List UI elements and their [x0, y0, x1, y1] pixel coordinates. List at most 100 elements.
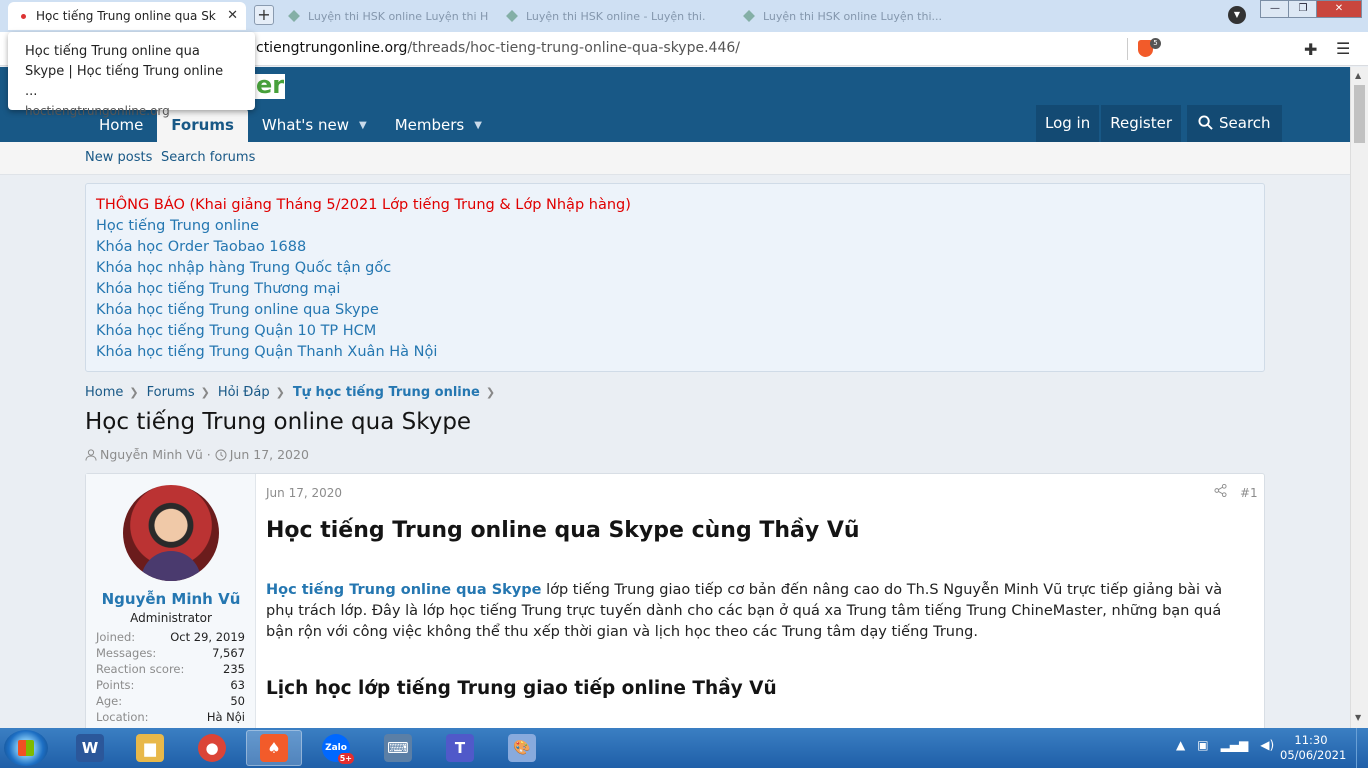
scroll-up-icon[interactable]: ▲ — [1355, 71, 1361, 80]
taskbar-paint[interactable]: 🎨 — [494, 730, 550, 766]
chevron-right-icon: ❯ — [275, 386, 285, 399]
taskbar-brave[interactable]: ♠ — [246, 730, 302, 766]
nav-label: Members — [394, 116, 465, 134]
minimize-button[interactable]: — — [1260, 0, 1290, 18]
nav-whats-new[interactable]: What's new ▼ — [248, 109, 381, 142]
new-posts-link[interactable]: New posts — [85, 150, 152, 165]
user-stats: Joined: Oct 29, 2019 Messages: 7,567 React… — [96, 629, 245, 725]
notice-box: THÔNG BÁO (Khai giảng Tháng 5/2021 Lớp t… — [85, 183, 1265, 372]
zalo-label: Zalo — [325, 743, 347, 753]
search-button[interactable]: Search — [1187, 105, 1282, 142]
search-forums-link[interactable]: Search forums — [161, 150, 255, 165]
url-field[interactable]: ctiengtrungonline.org/threads/hoc-tieng-… — [256, 40, 740, 56]
clock-time: 11:30 — [1294, 733, 1328, 747]
share-icon-svg — [1214, 484, 1227, 497]
system-clock[interactable]: 11:30 05/06/2021 — [1280, 733, 1347, 763]
close-window-button[interactable]: ✕ — [1316, 0, 1362, 18]
favicon-icon — [506, 10, 518, 22]
notice-link[interactable]: Khóa học tiếng Trung online qua Skype — [96, 300, 1254, 321]
breadcrumb-forums[interactable]: Forums — [147, 385, 195, 400]
search-label: Search — [1219, 114, 1271, 132]
maximize-button[interactable]: ❐ — [1288, 0, 1318, 18]
login-button[interactable]: Log in — [1036, 105, 1100, 142]
chevron-down-icon[interactable]: ▼ — [359, 110, 367, 141]
zalo-badge: 5+ — [337, 753, 354, 764]
browser-tab-2[interactable]: Luyện thi HSK online - Luyện thi... — [498, 2, 718, 30]
notice-link[interactable]: Khóa học nhập hàng Trung Quốc tận gốc — [96, 258, 1254, 279]
brave-icon: ♠ — [260, 734, 288, 762]
taskbar-word[interactable]: W — [62, 730, 118, 766]
chevron-right-icon: ❯ — [129, 386, 139, 399]
taskbar-zalo[interactable]: Zalo 5+ — [308, 730, 364, 766]
breadcrumb-home[interactable]: Home — [85, 385, 123, 400]
post-paragraph: Học tiếng Trung online qua Skype lớp tiế… — [266, 580, 1251, 643]
shield-count-badge: 5 — [1150, 38, 1161, 49]
sub-nav: New posts Search forums — [0, 142, 1350, 175]
stat-key: Joined: — [96, 630, 136, 644]
browser-tab-active[interactable]: Học tiếng Trung online qua Skype ✕ — [8, 2, 246, 30]
close-tab-icon[interactable]: ✕ — [227, 8, 238, 23]
breadcrumb-current[interactable]: Tự học tiếng Trung online — [293, 385, 480, 400]
stat-value[interactable]: 7,567 — [212, 645, 245, 661]
stat-row: Reaction score: 235 — [96, 661, 245, 677]
tab-title: Học tiếng Trung online qua Skype — [36, 9, 216, 23]
scrollbar-thumb[interactable] — [1354, 85, 1365, 143]
avatar[interactable] — [123, 485, 219, 581]
breadcrumb-hoi-dap[interactable]: Hỏi Đáp — [218, 385, 270, 400]
start-button[interactable] — [4, 730, 48, 766]
page-title: Học tiếng Trung online qua Skype — [85, 409, 472, 435]
clock-date: 05/06/2021 — [1280, 748, 1347, 762]
user-nav: Log in Register Search — [1034, 105, 1282, 142]
taskbar-teams[interactable]: T — [432, 730, 488, 766]
chevron-right-icon: ❯ — [200, 386, 210, 399]
site-logo[interactable]: er — [255, 73, 285, 99]
show-desktop-button[interactable] — [1356, 728, 1368, 768]
post-inline-link[interactable]: Học tiếng Trung online qua Skype — [266, 582, 541, 598]
stat-row: Joined: Oct 29, 2019 — [96, 629, 245, 645]
username-link[interactable]: Nguyễn Minh Vũ — [86, 590, 256, 608]
taskbar-keyboard[interactable]: ⌨ — [370, 730, 426, 766]
favicon-icon — [21, 14, 26, 19]
zalo-icon: Zalo 5+ — [322, 734, 354, 764]
nav-members[interactable]: Members ▼ — [381, 109, 496, 142]
new-tab-button[interactable]: + — [254, 5, 274, 25]
thread-date-link[interactable]: Jun 17, 2020 — [230, 447, 309, 462]
signal-icon[interactable]: ▂▄▆ — [1221, 738, 1249, 752]
extensions-icon[interactable]: ✚ — [1304, 40, 1317, 59]
folder-icon: ▆ — [136, 734, 164, 762]
stat-row: Messages: 7,567 — [96, 645, 245, 661]
tray-network-device-icon[interactable]: ▣ — [1197, 738, 1208, 752]
volume-icon[interactable]: ◀) — [1260, 738, 1274, 752]
teams-icon: T — [446, 734, 474, 762]
menu-icon[interactable]: ☰ — [1336, 39, 1350, 58]
browser-tab-1[interactable]: Luyện thi HSK online Luyện thi HSK onlin… — [280, 2, 500, 30]
browser-tab-bar: Học tiếng Trung online qua Skype ✕ + Luy… — [0, 0, 1368, 32]
tray-expand-icon[interactable]: ▲ — [1176, 738, 1185, 752]
notice-announcement-link[interactable]: THÔNG BÁO (Khai giảng Tháng 5/2021 Lớp t… — [96, 195, 1254, 216]
tab-title: Luyện thi HSK online - Luyện thi... — [526, 9, 706, 23]
notice-link[interactable]: Khóa học Order Taobao 1688 — [96, 237, 1254, 258]
stat-value: 50 — [230, 694, 245, 708]
stat-value: Oct 29, 2019 — [170, 630, 245, 644]
word-icon: W — [76, 734, 104, 762]
notice-link[interactable]: Học tiếng Trung online — [96, 216, 1254, 237]
taskbar-explorer[interactable]: ▆ — [122, 730, 178, 766]
post-date-link[interactable]: Jun 17, 2020 — [266, 486, 342, 500]
register-button[interactable]: Register — [1101, 105, 1181, 142]
taskbar-chrome[interactable]: ● — [184, 730, 240, 766]
post-number-link[interactable]: #1 — [1240, 486, 1258, 500]
stat-value: 235 — [223, 662, 245, 676]
brave-menu-icon[interactable]: ▼ — [1228, 6, 1246, 24]
thread-author-link[interactable]: Nguyễn Minh Vũ — [100, 447, 203, 462]
stat-row: Points: 63 — [96, 677, 245, 693]
chevron-down-icon[interactable]: ▼ — [474, 110, 482, 141]
page-scrollbar[interactable]: ▲ ▼ — [1350, 67, 1368, 728]
notice-link[interactable]: Khóa học tiếng Trung Thương mại — [96, 279, 1254, 300]
notice-link[interactable]: Khóa học tiếng Trung Quận 10 TP HCM — [96, 321, 1254, 342]
notice-link[interactable]: Khóa học tiếng Trung Quận Thanh Xuân Hà … — [96, 342, 1254, 363]
browser-tab-3[interactable]: Luyện thi HSK online Luyện thi... — [735, 2, 955, 30]
scroll-down-icon[interactable]: ▼ — [1355, 713, 1361, 722]
breadcrumb: Home ❯ Forums ❯ Hỏi Đáp ❯ Tự học tiếng Trun… — [85, 385, 503, 400]
share-icon[interactable] — [1214, 484, 1227, 501]
stat-value[interactable]: 63 — [230, 677, 245, 693]
